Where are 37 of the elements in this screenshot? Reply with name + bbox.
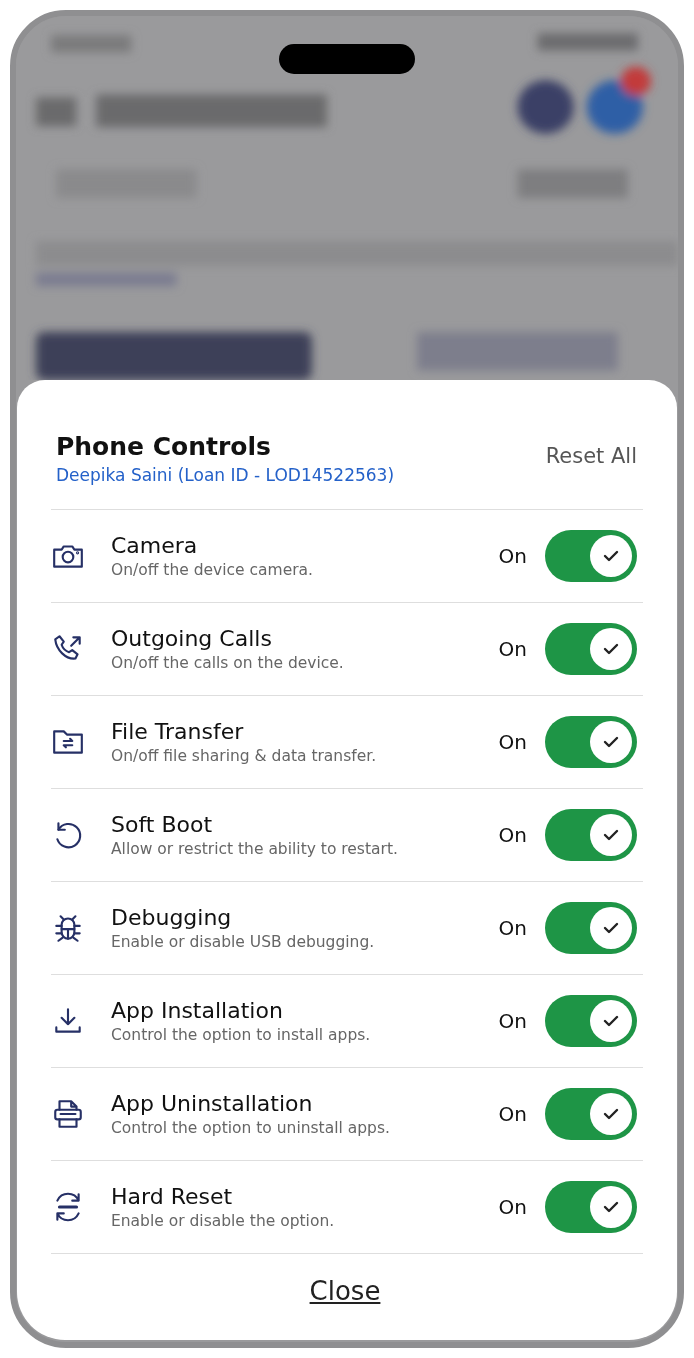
control-description: On/off the device camera. [111,561,314,579]
state-label: On [498,1009,527,1033]
state-label: On [498,823,527,847]
close-link[interactable]: Close [309,1276,381,1306]
toggle-switch[interactable] [545,809,637,861]
control-description: Control the option to uninstall apps. [111,1119,391,1137]
control-description: On/off the calls on the device. [111,654,345,672]
state-label: On [498,916,527,940]
state-label: On [498,637,527,661]
control-description: Enable or disable the option. [111,1212,336,1230]
sheet-title: Phone Controls [56,432,272,461]
borrower-subtitle: Deepika Saini (Loan ID - LOD14522563) [56,465,395,485]
control-title: App Uninstallation [111,1091,314,1116]
printer-icon [51,1097,85,1131]
control-title: Camera [111,533,199,558]
control-title: File Transfer [111,719,245,744]
control-title: Outgoing Calls [111,626,273,651]
control-description: Control the option to install apps. [111,1026,372,1044]
reset-all-button[interactable]: Reset All [545,444,637,468]
toggle-switch[interactable] [545,1088,637,1140]
toggle-switch[interactable] [545,1181,637,1233]
state-label: On [498,1195,527,1219]
state-label: On [498,730,527,754]
control-description: On/off file sharing & data transfer. [111,747,378,765]
control-description: Enable or disable USB debugging. [111,933,376,951]
toggle-switch[interactable] [545,995,637,1047]
toggle-switch[interactable] [545,623,637,675]
toggle-switch[interactable] [545,530,637,582]
toggle-switch[interactable] [545,902,637,954]
state-label: On [498,1102,527,1126]
toggle-switch[interactable] [545,716,637,768]
control-title: Hard Reset [111,1184,234,1209]
state-label: On [498,544,527,568]
control-description: Allow or restrict the ability to restart. [111,840,399,858]
control-title: Soft Boot [111,812,214,837]
control-title: Debugging [111,905,233,930]
control-title: App Installation [111,998,284,1023]
